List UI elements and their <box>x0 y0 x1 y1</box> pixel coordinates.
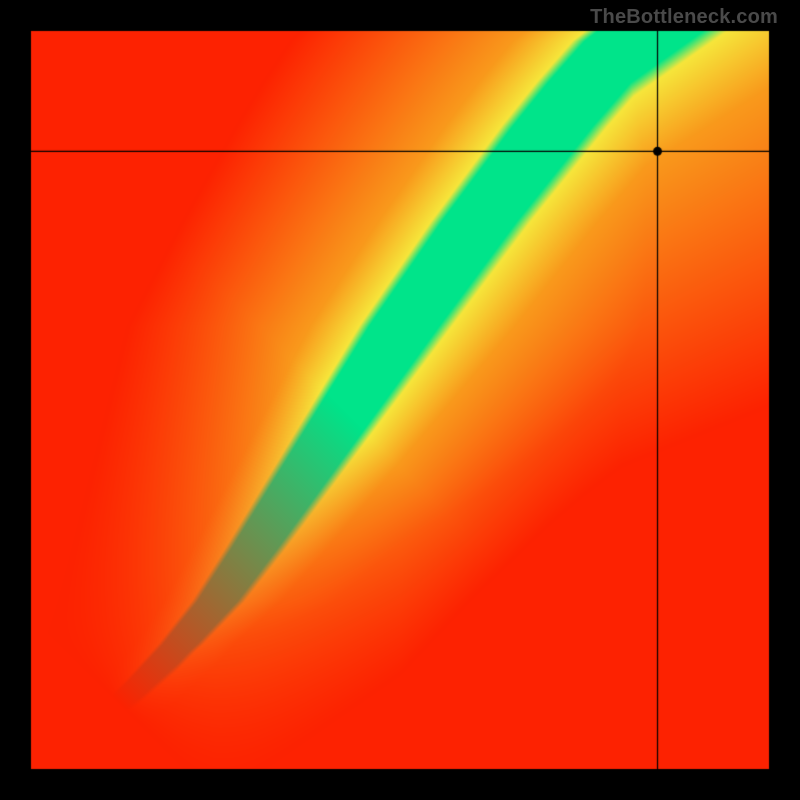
chart-container: TheBottleneck.com <box>0 0 800 800</box>
watermark-label: TheBottleneck.com <box>590 6 778 29</box>
bottleneck-heatmap <box>30 30 770 770</box>
